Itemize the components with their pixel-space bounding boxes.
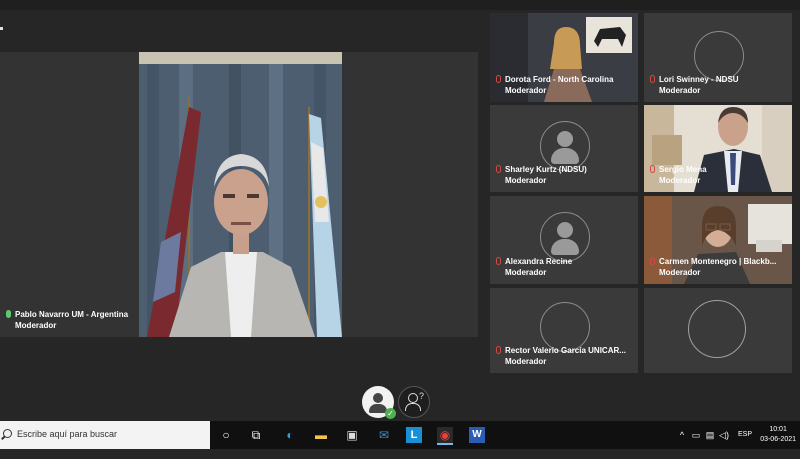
mic-muted-icon bbox=[650, 75, 655, 83]
participant-tile-empty[interactable] bbox=[644, 288, 792, 373]
participant-role: Moderador bbox=[15, 321, 57, 330]
participant-name: Rector Valerio García UNICAR... bbox=[505, 346, 626, 355]
main-speaker-tile[interactable]: Pablo Navarro UM - Argentina Moderador bbox=[0, 52, 478, 337]
avatar bbox=[540, 212, 590, 262]
participant-tile-rector[interactable]: Rector Valerio García UNICAR... Moderado… bbox=[490, 288, 638, 373]
taskbar-clock[interactable]: 10:01 03-06-2021 bbox=[760, 425, 796, 445]
participant-label: Rector Valerio García UNICAR... Moderado… bbox=[496, 345, 626, 367]
participants-button[interactable]: ? bbox=[398, 386, 430, 418]
mic-muted-icon bbox=[496, 165, 501, 173]
participant-name: Carmen Montenegro | Blackb... bbox=[659, 257, 777, 266]
participant-name: Dorota Ford - North Carolina bbox=[505, 75, 614, 84]
participant-role: Moderador bbox=[659, 176, 701, 185]
mic-muted-icon bbox=[496, 346, 501, 354]
speaker-video-frame bbox=[139, 52, 342, 337]
store-icon[interactable]: ▣ bbox=[344, 427, 360, 443]
participant-role: Moderador bbox=[505, 268, 547, 277]
mail-icon[interactable]: ✉ bbox=[376, 427, 392, 443]
chrome-icon[interactable]: ◉ bbox=[437, 427, 453, 445]
cortana-icon[interactable]: ○ bbox=[218, 427, 234, 443]
participant-label: Sharley Kurtz (NDSU) Moderador bbox=[496, 164, 587, 186]
participant-label: Carmen Montenegro | Blackb... Moderador bbox=[650, 256, 776, 278]
participant-role: Moderador bbox=[505, 86, 547, 95]
task-view-icon[interactable]: ⧉ bbox=[248, 427, 264, 443]
taskbar-search[interactable]: Escribe aquí para buscar bbox=[0, 421, 210, 449]
participant-tile-sergio[interactable]: Sergio Mena Moderador bbox=[644, 105, 792, 192]
mic-muted-icon bbox=[650, 257, 655, 265]
participant-name: Sharley Kurtz (NDSU) bbox=[505, 165, 587, 174]
main-speaker-video bbox=[139, 52, 342, 337]
search-input[interactable]: Escribe aquí para buscar bbox=[17, 429, 117, 439]
participant-tile-carmen[interactable]: Carmen Montenegro | Blackb... Moderador bbox=[644, 196, 792, 284]
people-icon-body bbox=[405, 403, 421, 411]
avatar-head bbox=[557, 131, 573, 147]
window-marker bbox=[0, 27, 3, 30]
participant-label: Sergio Mena Moderador bbox=[650, 164, 707, 186]
meeting-stage: Pablo Navarro UM - Argentina Moderador D… bbox=[0, 0, 800, 421]
participant-name: Pablo Navarro UM - Argentina bbox=[15, 310, 129, 319]
participant-label: Dorota Ford - North Carolina Moderador bbox=[496, 74, 613, 96]
my-profile-button[interactable]: ✓ bbox=[362, 386, 396, 419]
clock-date: 03-06-2021 bbox=[760, 436, 796, 443]
participant-role: Moderador bbox=[505, 357, 547, 366]
participant-tile-lori[interactable]: Lori Swinney - NDSU Moderador bbox=[644, 13, 792, 102]
participant-name: Sergio Mena bbox=[659, 165, 707, 174]
avatar bbox=[688, 300, 746, 358]
clock-time: 10:01 bbox=[769, 426, 787, 433]
word-icon[interactable]: W bbox=[469, 427, 485, 443]
participant-tile-alexandra[interactable]: Alexandra Recine Moderador bbox=[490, 196, 638, 284]
window-top-bar bbox=[0, 0, 800, 10]
edge-icon[interactable]: ◐ bbox=[282, 427, 298, 443]
mic-active-icon bbox=[6, 310, 11, 318]
check-icon: ✓ bbox=[385, 408, 396, 419]
participant-role: Moderador bbox=[659, 86, 701, 95]
taskbar: Escribe aquí para buscar ○ ⧉ ◐ ▬ ▣ ✉ L ◉… bbox=[0, 421, 800, 449]
avatar-body bbox=[551, 148, 579, 164]
participant-label: Lori Swinney - NDSU Moderador bbox=[650, 74, 739, 96]
participant-name: Alexandra Recine bbox=[505, 257, 573, 266]
person-icon-head bbox=[373, 393, 383, 403]
people-icon-head bbox=[408, 393, 418, 403]
file-explorer-icon[interactable]: ▬ bbox=[313, 427, 329, 443]
avatar-head bbox=[557, 222, 573, 238]
avatar-body bbox=[551, 239, 579, 255]
participant-role: Moderador bbox=[659, 268, 701, 277]
lync-icon[interactable]: L bbox=[406, 427, 422, 443]
participant-label: Alexandra Recine Moderador bbox=[496, 256, 572, 278]
volume-icon[interactable]: ◁) bbox=[716, 427, 732, 443]
mic-muted-icon bbox=[650, 165, 655, 173]
participant-label-main: Pablo Navarro UM - Argentina Moderador bbox=[6, 309, 128, 331]
search-icon bbox=[3, 429, 12, 438]
help-icon: ? bbox=[418, 391, 424, 401]
participant-tile-dorota[interactable]: Dorota Ford - North Carolina Moderador bbox=[490, 13, 638, 102]
participant-tile-sharley[interactable]: Sharley Kurtz (NDSU) Moderador bbox=[490, 105, 638, 192]
mic-muted-icon bbox=[496, 75, 501, 83]
participant-name: Lori Swinney - NDSU bbox=[659, 75, 739, 84]
mic-muted-icon bbox=[496, 257, 501, 265]
participant-role: Moderador bbox=[505, 176, 547, 185]
language-indicator[interactable]: ESP bbox=[738, 431, 752, 459]
